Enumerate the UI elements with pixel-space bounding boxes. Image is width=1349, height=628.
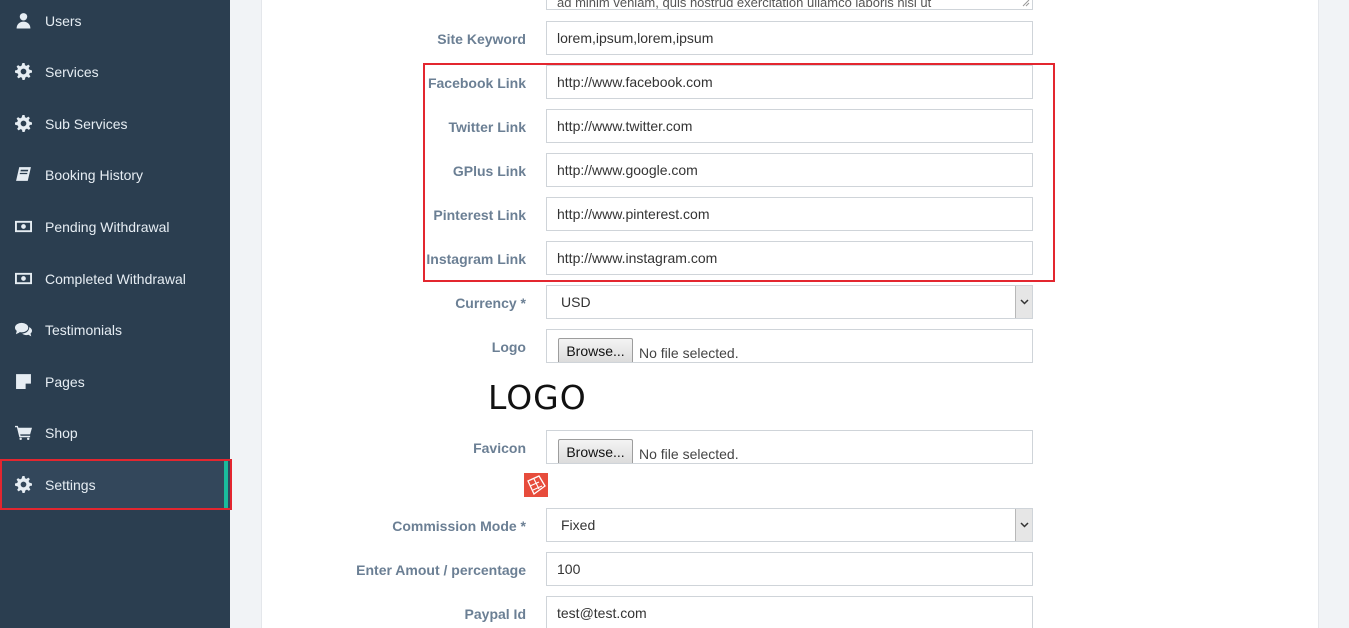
amount-field[interactable] [546, 552, 1033, 586]
sidebar-item-label: Sub Services [45, 115, 128, 132]
favicon-file-status: No file selected. [639, 446, 739, 462]
logo-preview-image: LOGO [488, 378, 587, 417]
site-keyword-input[interactable] [557, 30, 1022, 46]
gear-icon [14, 476, 32, 494]
money-icon [14, 270, 32, 288]
instagram-link-field[interactable] [546, 241, 1033, 275]
currency-label: Currency * [455, 295, 526, 311]
sidebar-item-sub-services[interactable]: Sub Services [0, 98, 230, 149]
comments-icon [14, 321, 32, 339]
amount-input[interactable] [557, 561, 1022, 577]
paypal-id-field[interactable] [546, 596, 1033, 628]
resize-grip-icon[interactable] [1022, 0, 1030, 7]
site-keyword-label: Site Keyword [437, 31, 526, 47]
pinterest-link-input[interactable] [557, 206, 1022, 222]
sidebar-item-shop[interactable]: Shop [0, 407, 230, 458]
chevron-down-icon[interactable] [1015, 509, 1032, 541]
sidebar-item-pending-withdrawal[interactable]: Pending Withdrawal [0, 201, 230, 252]
site-description-text: ad minim veniam, quis nostrud exercitati… [557, 0, 932, 10]
favicon-preview-image [524, 473, 548, 497]
amount-label: Enter Amout / percentage [356, 562, 526, 578]
gear-icon [14, 115, 32, 133]
logo-file-field[interactable]: Browse... No file selected. [546, 329, 1033, 363]
twitter-link-input[interactable] [557, 118, 1022, 134]
gear-icon [14, 63, 32, 81]
sidebar-item-settings[interactable]: Settings [0, 459, 230, 510]
site-keyword-field[interactable] [546, 21, 1033, 55]
sidebar-item-booking-history[interactable]: Booking History [0, 149, 230, 200]
sidebar-item-label: Completed Withdrawal [45, 270, 186, 287]
sidebar-item-users[interactable]: Users [0, 0, 230, 46]
gplus-link-label: GPlus Link [452, 163, 526, 179]
sidebar-item-services[interactable]: Services [0, 46, 230, 97]
paypal-id-label: Paypal Id [464, 606, 526, 622]
favicon-label: Favicon [473, 440, 526, 456]
commission-mode-select[interactable]: Fixed [546, 508, 1033, 542]
twitter-link-label: Twitter Link [448, 119, 526, 135]
money-icon [14, 218, 32, 236]
sidebar-item-label: Pages [45, 373, 85, 390]
instagram-link-input[interactable] [557, 250, 1022, 266]
favicon-browse-button[interactable]: Browse... [558, 439, 633, 463]
sidebar-item-label: Settings [45, 476, 96, 493]
site-description-textarea[interactable]: ad minim veniam, quis nostrud exercitati… [546, 0, 1033, 10]
logo-file-status: No file selected. [639, 345, 739, 361]
sidebar: Users Services Sub Services Booking Hist… [0, 0, 230, 628]
gplus-link-field[interactable] [546, 153, 1033, 187]
sidebar-item-label: Users [45, 12, 82, 29]
sidebar-item-label: Booking History [45, 166, 144, 183]
facebook-link-label: Facebook Link [427, 75, 526, 91]
sidebar-item-label: Shop [45, 424, 78, 441]
pinterest-link-field[interactable] [546, 197, 1033, 231]
sidebar-item-completed-withdrawal[interactable]: Completed Withdrawal [0, 253, 230, 304]
commission-mode-selected-value: Fixed [561, 517, 596, 533]
cart-icon [14, 424, 32, 442]
currency-select[interactable]: USD [546, 285, 1033, 319]
user-icon [14, 12, 32, 30]
sidebar-item-label: Testimonials [45, 321, 123, 338]
gplus-link-input[interactable] [557, 162, 1022, 178]
favicon-file-field[interactable]: Browse... No file selected. [546, 430, 1033, 464]
pinterest-link-label: Pinterest Link [433, 207, 526, 223]
logo-label: Logo [491, 339, 526, 355]
currency-selected-value: USD [561, 294, 591, 310]
commission-mode-label: Commission Mode * [392, 518, 526, 534]
logo-browse-button[interactable]: Browse... [558, 338, 633, 362]
instagram-link-label: Instagram Link [426, 251, 526, 267]
sidebar-item-label: Pending Withdrawal [45, 218, 170, 235]
facebook-link-input[interactable] [557, 74, 1022, 90]
twitter-link-field[interactable] [546, 109, 1033, 143]
page-icon [14, 373, 32, 391]
book-icon [14, 166, 32, 184]
facebook-link-field[interactable] [546, 65, 1033, 99]
sidebar-item-label: Services [45, 63, 99, 80]
sidebar-item-testimonials[interactable]: Testimonials [0, 304, 230, 355]
paypal-id-input[interactable] [557, 605, 1022, 621]
sidebar-item-pages[interactable]: Pages [0, 356, 230, 407]
chevron-down-icon[interactable] [1015, 286, 1032, 318]
